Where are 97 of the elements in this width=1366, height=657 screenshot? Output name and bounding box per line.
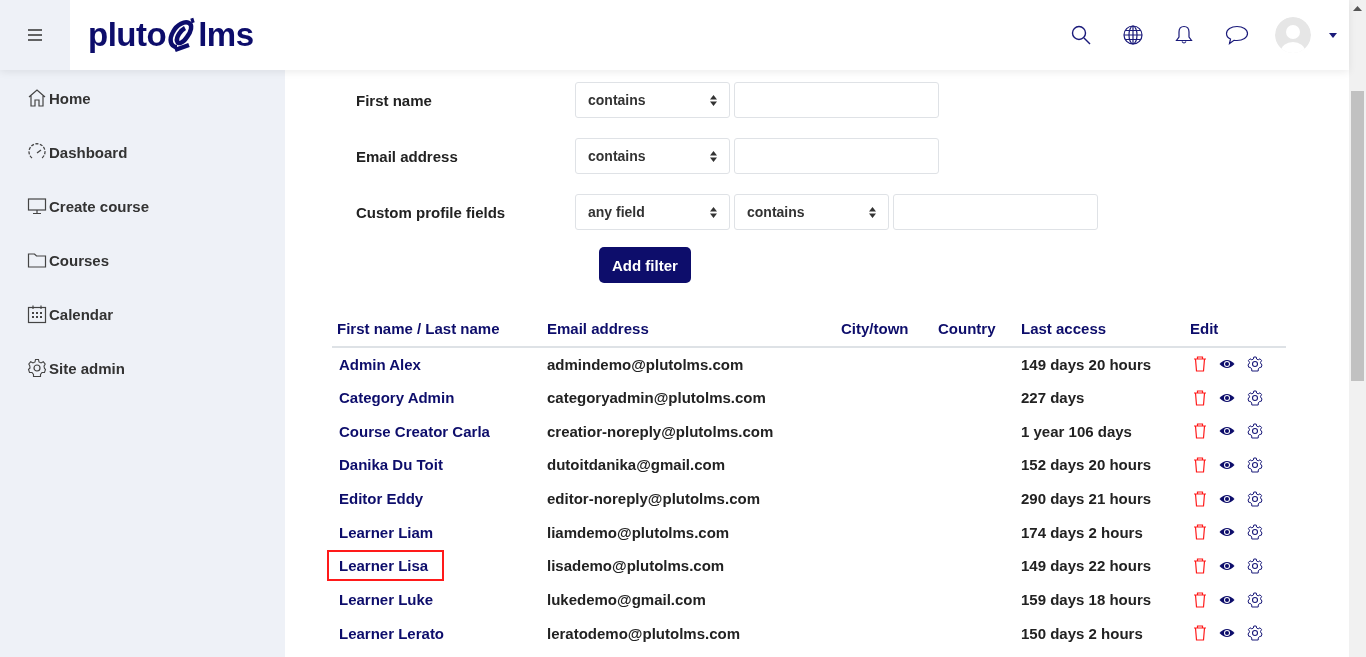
table-cell: admindemo@plutolms.com [542,347,836,381]
filter-dropdown[interactable]: contains [575,138,730,174]
filter-dropdown[interactable]: contains [734,194,889,230]
eye-icon[interactable] [1219,358,1235,371]
column-header[interactable]: First name / Last name [332,311,542,347]
table-cell-text: 290 days 21 hours [1020,489,1153,510]
table-cell-text: 150 days 2 hours [1020,623,1144,644]
table-cell-text: liamdemo@plutolms.com [546,522,731,543]
filter-input-field[interactable] [734,138,939,174]
settings-icon[interactable] [1247,490,1263,507]
eye-icon[interactable] [1219,593,1235,606]
filter-dropdown[interactable]: any field [575,194,730,230]
column-header[interactable]: City/town [836,311,933,347]
calendar-icon [27,304,47,324]
folder-icon [27,250,47,270]
sidebar-item[interactable]: Courses [0,236,110,290]
scrollbar-thumb[interactable] [1351,91,1364,381]
sort-arrows-icon [710,206,717,218]
eye-icon[interactable] [1219,559,1235,572]
table-cell-text: 152 days 20 hours [1020,455,1153,476]
sidebar-item[interactable]: Site admin [0,344,125,398]
logo-text[interactable]: lms [198,16,254,54]
filter-label: Custom profile fields [355,203,507,221]
filter-input-field[interactable] [734,82,939,118]
user-name-link[interactable]: Editor Eddy [327,483,440,515]
caret-icon[interactable] [1329,32,1337,38]
user-name-link[interactable]: Admin Alex [327,348,437,380]
bell-icon[interactable] [1175,25,1193,45]
settings-icon[interactable] [1247,423,1263,440]
table-cell-text: leratodemo@plutolms.com [546,623,741,644]
table-cell-text: lisademo@plutolms.com [546,556,726,577]
home-icon [27,88,47,108]
user-name-link[interactable]: Learner Lerato [327,617,461,649]
trash-icon[interactable] [1193,423,1207,440]
table-cell-text: creatior-noreply@plutolms.com [546,421,775,442]
chat-bubble-icon[interactable] [1225,25,1249,45]
user-name-link[interactable]: Danika Du Toit [327,449,459,481]
sort-arrows-icon [710,150,717,162]
table-cell-text: editor-noreply@plutolms.com [546,489,761,510]
user-name-link[interactable]: Category Admin [327,382,471,414]
globe-icon[interactable] [1123,25,1143,45]
table-cell-text: 149 days 22 hours [1020,556,1153,577]
table-cell-text: 159 days 18 hours [1020,590,1153,611]
user-name-link[interactable]: Learner Lisa [327,550,445,582]
settings-icon[interactable] [1247,356,1263,373]
trash-icon[interactable] [1193,356,1207,373]
monitor-icon [27,196,47,216]
trash-icon[interactable] [1193,557,1207,574]
scroll-up-icon[interactable] [1353,6,1362,11]
sidebar-item[interactable]: Home [0,74,91,128]
table-cell: 149 days 20 hours [1016,347,1185,381]
table-cell-text: categoryadmin@plutolms.com [546,388,767,409]
eye-icon[interactable] [1219,391,1235,404]
user-name-link[interactable]: Course Creator Carla [327,415,506,447]
settings-icon[interactable] [1247,557,1263,574]
sort-arrows-icon [869,206,876,218]
menu-icon[interactable] [28,29,42,41]
trash-icon[interactable] [1193,490,1207,507]
table-cell-text: 174 days 2 hours [1020,522,1144,543]
filter-input-field[interactable] [893,194,1098,230]
eye-icon[interactable] [1219,526,1235,539]
filter-label: Email address [355,147,459,165]
settings-icon[interactable] [1247,591,1263,608]
trash-icon[interactable] [1193,591,1207,608]
filter-label: First name [355,91,433,109]
eye-icon[interactable] [1219,627,1235,640]
column-header[interactable]: Edit [1185,311,1286,347]
settings-icon[interactable] [1247,389,1263,406]
eye-icon[interactable] [1219,458,1235,471]
scrollbar[interactable] [1349,0,1366,657]
settings-icon[interactable] [1247,524,1263,541]
table-cell-text: lukedemo@gmail.com [546,590,707,611]
trash-icon[interactable] [1193,456,1207,473]
user-name-link[interactable]: Learner Luke [327,584,450,616]
table-cell-text: 227 days [1020,388,1086,409]
settings-icon[interactable] [1247,625,1263,642]
table-cell-text: 1 year 106 days [1020,421,1133,442]
trash-icon[interactable] [1193,389,1207,406]
sidebar-item[interactable]: Dashboard [0,128,128,182]
user-name-link[interactable]: Learner Liam [327,516,450,548]
column-header[interactable]: Email address [542,311,836,347]
trash-icon[interactable] [1193,625,1207,642]
trash-icon[interactable] [1193,524,1207,541]
sidebar-item[interactable]: Create course [0,182,150,236]
settings-icon[interactable] [1247,456,1263,473]
eye-icon[interactable] [1219,425,1235,438]
settings-icon [27,358,47,378]
table-cell-text: dutoitdanika@gmail.com [546,455,726,476]
sort-arrows-icon [710,94,717,106]
logo-text[interactable]: pluto [88,16,167,54]
eye-icon[interactable] [1219,492,1235,505]
sidebar-item[interactable]: Calendar [0,290,114,344]
column-header[interactable]: Country [933,311,1016,347]
add-filter-button[interactable]: Add filter [599,247,691,283]
search-icon[interactable] [1071,25,1091,45]
column-header[interactable]: Last access [1016,311,1185,347]
filter-dropdown[interactable]: contains [575,82,730,118]
